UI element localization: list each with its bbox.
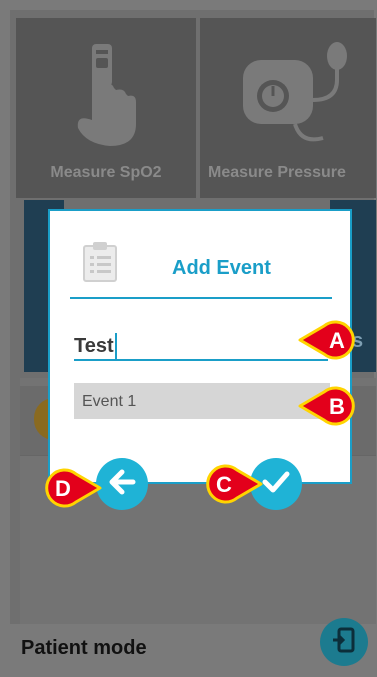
callout-d-label: D [55, 476, 71, 501]
measure-spo2-tile[interactable]: Measure SpO2 [16, 18, 196, 198]
event-type-field[interactable]: Event 1 [74, 383, 330, 419]
exit-patient-mode-button[interactable] [320, 618, 368, 666]
callout-a-label: A [329, 328, 345, 353]
callout-d-marker: D [45, 468, 102, 508]
finger-pulse-oximeter-icon [16, 40, 196, 150]
blood-pressure-cuff-icon [200, 40, 376, 150]
callout-b-marker: B [298, 386, 355, 426]
measure-spo2-label: Measure SpO2 [50, 164, 162, 181]
measure-pressure-label: Measure Pressure [208, 164, 346, 181]
exit-door-icon [331, 626, 357, 659]
patient-mode-label: Patient mode [21, 637, 147, 659]
measure-pressure-tile[interactable]: Measure Pressure [200, 18, 376, 198]
callout-c-label: C [216, 472, 232, 497]
callout-c-marker: C [206, 464, 263, 504]
text-cursor [115, 333, 117, 359]
callout-a-marker: A [298, 320, 355, 360]
dialog-divider [70, 297, 332, 299]
event-name-input[interactable] [74, 333, 328, 361]
arrow-left-icon [108, 469, 136, 500]
clipboard-checklist-icon [82, 241, 118, 288]
checkmark-icon [262, 470, 290, 499]
callout-b-label: B [329, 394, 345, 419]
dialog-title: Add Event [172, 257, 271, 279]
